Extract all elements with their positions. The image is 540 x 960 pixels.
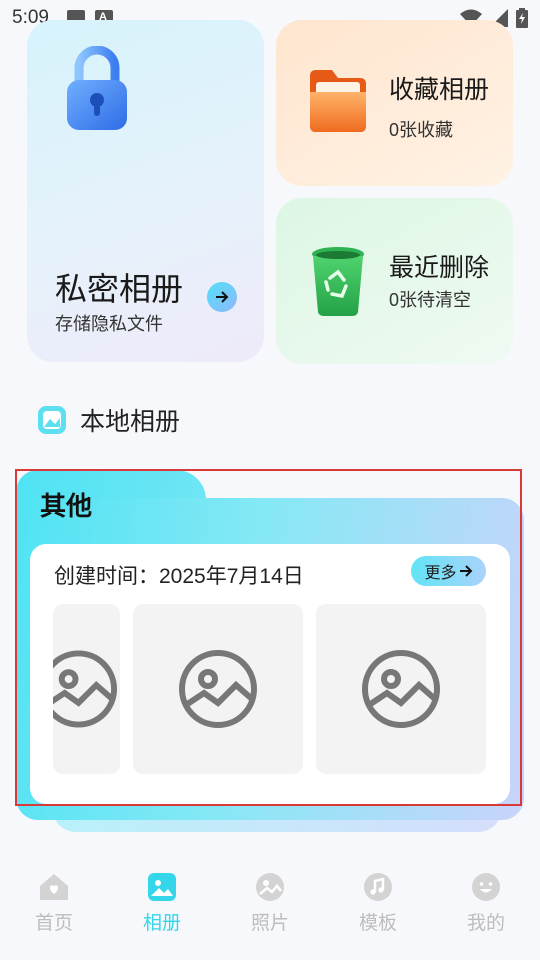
album-created-date: 创建时间：2025年7月14日: [54, 565, 304, 588]
private-album-subtitle: 存储隐私文件: [55, 314, 163, 334]
album-thumbnail[interactable]: [53, 604, 120, 774]
tab-mine[interactable]: 我的: [432, 872, 540, 960]
recently-deleted-count: 0张待清空: [389, 290, 472, 310]
battery-icon: [516, 8, 528, 28]
album-folder[interactable]: 其他 创建时间：2025年7月14日 更多: [16, 470, 524, 834]
image-placeholder-icon: [362, 650, 440, 728]
tab-label-album: 相册: [142, 913, 181, 934]
recently-deleted-card[interactable]: 最近删除 0张待清空: [276, 198, 513, 364]
music-icon: [364, 873, 392, 901]
album-icon: [38, 406, 66, 434]
album-icon: [148, 873, 176, 901]
bottom-tab-bar: 首页 相册 照片 模板 我的: [0, 872, 540, 960]
favorites-album-card[interactable]: 收藏相册 0张收藏: [276, 20, 513, 186]
tab-label-templates: 模板: [358, 913, 397, 934]
tab-label-home: 首页: [34, 913, 73, 934]
tab-home[interactable]: 首页: [0, 872, 108, 960]
favorites-title: 收藏相册: [389, 76, 490, 104]
local-albums-header: 本地相册: [36, 402, 180, 438]
folder-icon: [310, 70, 366, 132]
tab-photos[interactable]: 照片: [216, 872, 324, 960]
trash-icon: [312, 247, 364, 316]
private-album-card[interactable]: 私密相册 存储隐私文件: [27, 20, 264, 362]
more-button[interactable]: 更多: [411, 556, 486, 586]
album-thumbnail[interactable]: [316, 604, 486, 774]
favorites-count: 0张收藏: [389, 120, 454, 140]
home-icon: [40, 874, 68, 900]
album-name: 其他: [40, 492, 93, 522]
album-thumbnail[interactable]: [133, 604, 303, 774]
tab-album[interactable]: 相册: [108, 872, 216, 960]
smile-icon: [472, 873, 500, 901]
arrow-right-icon: [216, 291, 229, 303]
recently-deleted-title: 最近删除: [389, 254, 490, 282]
lock-icon: [67, 46, 127, 130]
image-placeholder-icon: [53, 650, 118, 728]
private-album-title: 私密相册: [55, 271, 184, 307]
local-albums-title: 本地相册: [80, 408, 181, 436]
private-album-arrow-button[interactable]: [207, 282, 237, 312]
tab-label-mine: 我的: [466, 913, 505, 934]
image-placeholder-icon: [179, 650, 257, 728]
album-preview-card[interactable]: 创建时间：2025年7月14日 更多: [30, 544, 510, 804]
arrow-right-icon: [459, 565, 472, 577]
tab-templates[interactable]: 模板: [324, 872, 432, 960]
tab-label-photos: 照片: [250, 913, 289, 934]
photo-icon: [256, 873, 284, 901]
more-label: 更多: [424, 565, 457, 582]
